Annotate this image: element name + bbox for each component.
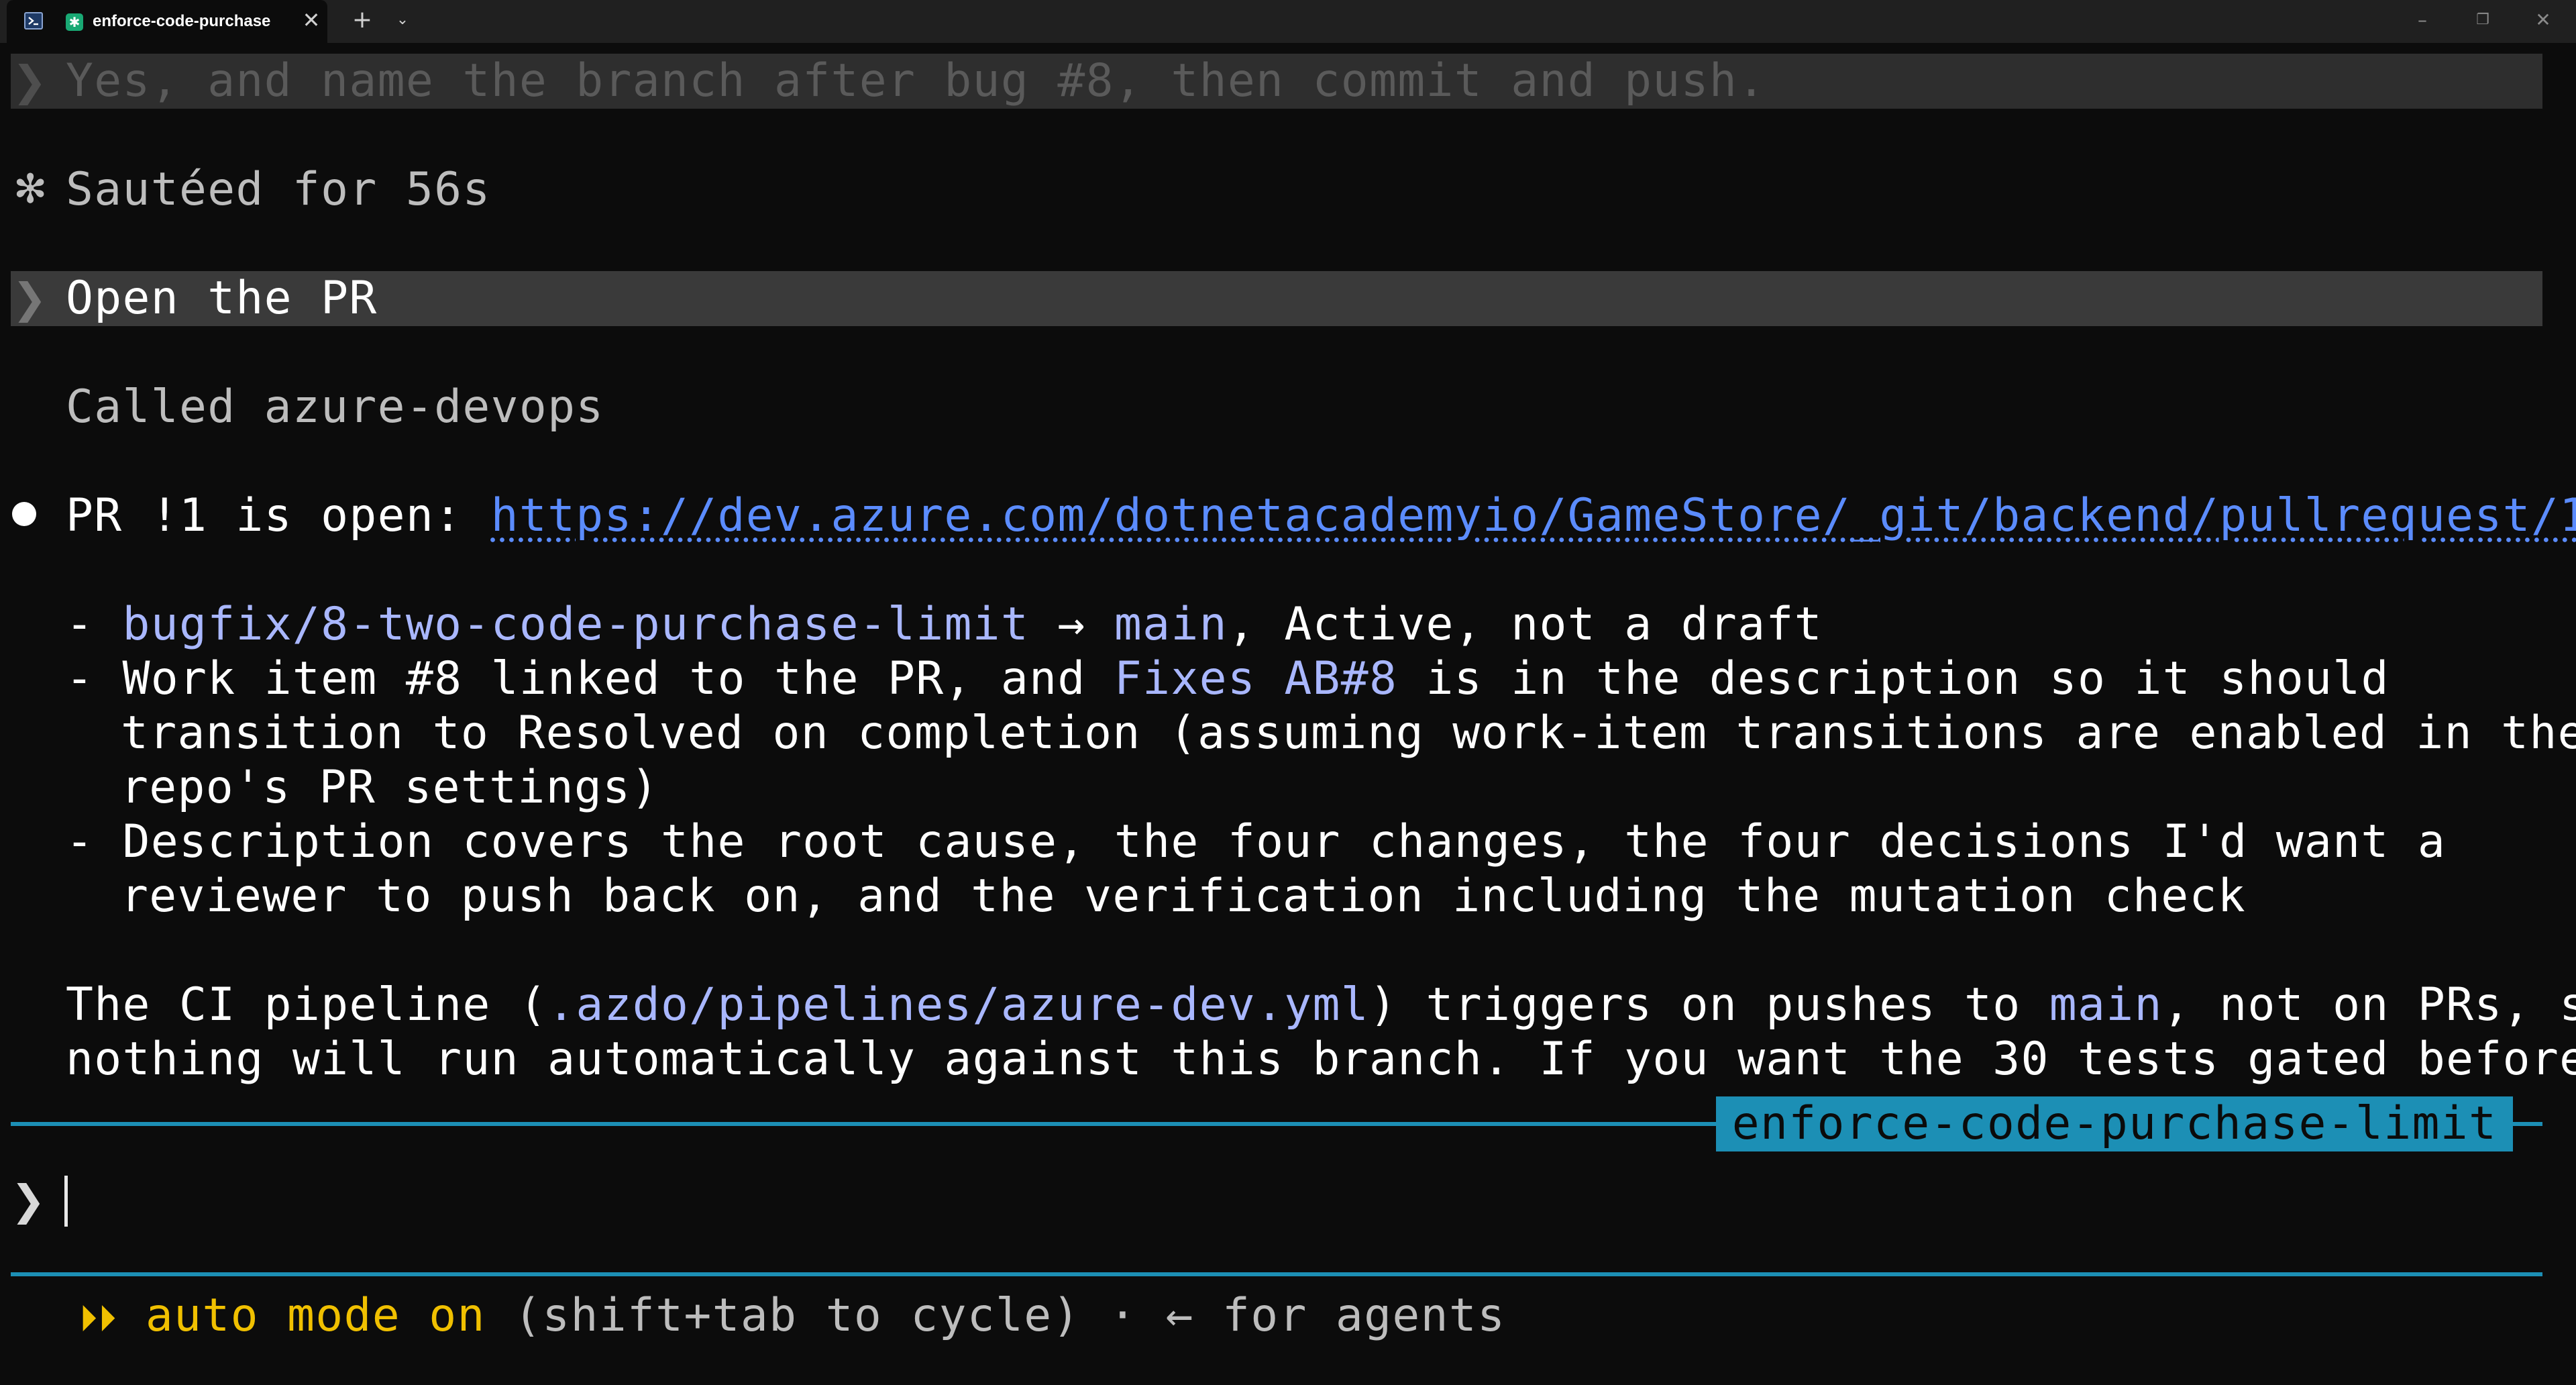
terminal-output: ❯ Yes, and name the branch after bug #8,… — [0, 43, 2576, 1385]
previous-prompt: Yes, and name the branch after bug #8, t… — [66, 54, 1766, 107]
ci-text-post: , not on PRs, so — [2162, 978, 2576, 1031]
app-icon: ✱ — [66, 13, 83, 31]
work-item-text: Work item #8 linked to the PR, and — [122, 652, 1114, 705]
pr-link[interactable]: https://dev.azure.com/dotnetacademyio/Ga… — [491, 489, 2576, 542]
terminal-tab[interactable]: ✱ enforce-code-purchase ✕ — [7, 0, 327, 43]
pr-open-line: PR !1 is open: https://dev.azure.com/dot… — [66, 489, 2576, 543]
status-text: Sautéed for 56s — [66, 163, 491, 216]
work-item-text-cont: is in the description so it should — [1397, 652, 2390, 705]
target-branch: main — [1114, 598, 1228, 651]
description-line-2: reviewer to push back on, and the verifi… — [121, 870, 2246, 923]
bullet-branch: - bugfix/8-two-code-purchase-limit → mai… — [66, 597, 1823, 652]
input-chevron-icon: ❯ — [11, 1176, 46, 1225]
mode-label: auto mode on — [145, 1289, 486, 1342]
tool-call-label: Called azure-devops — [66, 380, 604, 433]
fixes-keyword: Fixes AB#8 — [1114, 652, 1398, 705]
branch-badge: enforce-code-purchase-limit — [1716, 1096, 2513, 1151]
bullet-work-item: - Work item #8 linked to the PR, and Fix… — [66, 652, 2390, 706]
powershell-icon — [24, 12, 43, 30]
work-item-line-3: repo's PR settings) — [121, 761, 659, 814]
bullet-dash: - — [66, 652, 95, 705]
ci-text-mid: ) triggers on pushes to — [1369, 978, 2049, 1031]
source-branch: bugfix/8-two-code-purchase-limit — [122, 598, 1030, 651]
minimize-button[interactable]: – — [2392, 0, 2453, 43]
bullet-dash: - — [66, 598, 95, 651]
ci-text: The CI pipeline ( — [66, 978, 548, 1031]
work-item-line-2: transition to Resolved on completion (as… — [121, 707, 2576, 760]
bullet-description: - Description covers the root cause, the… — [66, 815, 2446, 869]
arrow: → — [1029, 598, 1114, 651]
bullet-dot-icon — [12, 502, 36, 526]
chevron-down-icon[interactable]: ⌄ — [389, 7, 416, 34]
window-close-button[interactable]: ✕ — [2513, 0, 2573, 43]
pr-open-prefix: PR !1 is open: — [66, 489, 491, 542]
prompt-chevron-icon: ❯ — [12, 56, 47, 105]
input-bottom-border — [11, 1272, 2542, 1276]
pipeline-path: .azdo/pipelines/azure-dev.yml — [547, 978, 1370, 1031]
restore-button[interactable]: ❐ — [2453, 0, 2513, 43]
ci-line-2: nothing will run automatically against t… — [66, 1033, 2576, 1086]
mode-hint: (shift+tab to cycle) · ← for agents — [485, 1289, 1506, 1342]
play-forward-icon: ⏵⏵ — [79, 1297, 117, 1339]
ci-line-1: The CI pipeline (.azdo/pipelines/azure-d… — [66, 978, 2576, 1032]
current-prompt-bar — [11, 271, 2542, 326]
text-cursor[interactable] — [64, 1176, 68, 1227]
prompt-chevron-icon: ❯ — [12, 274, 47, 323]
mode-status: ⏵⏵ auto mode on (shift+tab to cycle) · ←… — [79, 1288, 1505, 1345]
spinner-icon: ✻ — [13, 166, 48, 213]
branch-status: , Active, not a draft — [1227, 598, 1823, 651]
ci-branch: main — [2049, 978, 2163, 1031]
current-prompt: Open the PR — [66, 272, 378, 325]
description-line-1: Description covers the root cause, the f… — [122, 815, 2447, 868]
bullet-dash: - — [66, 815, 95, 868]
plus-icon[interactable]: + — [349, 7, 376, 34]
tab-title: enforce-code-purchase — [93, 12, 271, 30]
title-bar: ✱ enforce-code-purchase ✕ + ⌄ – ❐ ✕ — [0, 0, 2576, 43]
close-icon[interactable]: ✕ — [299, 8, 323, 32]
